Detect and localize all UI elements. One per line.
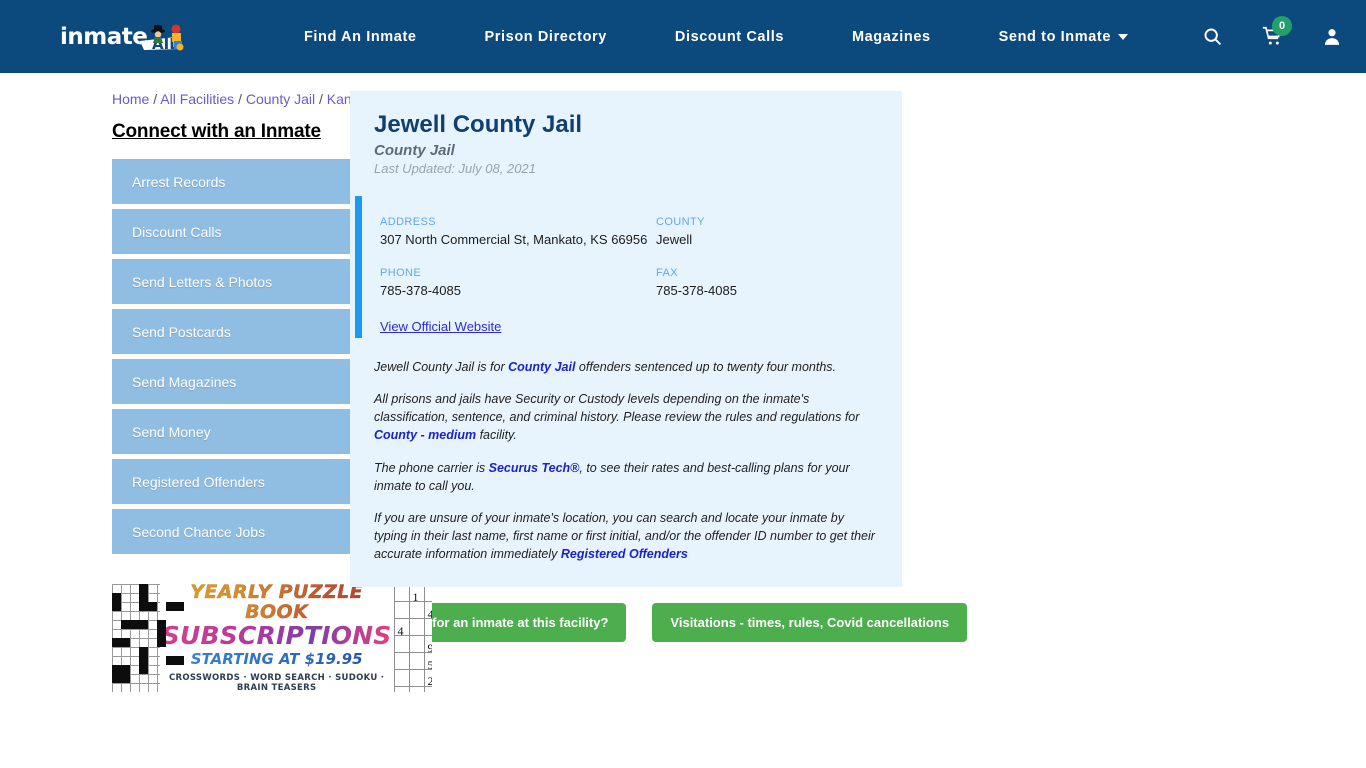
nav-discount-calls[interactable]: Discount Calls (675, 29, 784, 45)
address-value: 307 North Commercial St, Mankato, KS 669… (380, 232, 648, 247)
advertisement-text: YEARLY PUZZLE BOOK SUBSCRIPTIONS STARTIN… (160, 584, 394, 692)
nav-send-to-inmate[interactable]: Send to Inmate (999, 29, 1128, 45)
county-value: Jewell (656, 232, 693, 247)
facility-header: Jewell County Jail County Jail Last Upda… (350, 91, 902, 182)
header-icon-group: 0 (1202, 16, 1342, 47)
right-column: Jewell County Jail County Jail Last Upda… (340, 91, 968, 692)
logo-text: inmate (60, 23, 148, 50)
link-county-jail[interactable]: County Jail (508, 360, 575, 374)
puzzle-book-advertisement[interactable]: YEARLY PUZZLE BOOK SUBSCRIPTIONS STARTIN… (112, 584, 432, 692)
breadcrumb-item-all-facilities[interactable]: All Facilities (160, 91, 234, 107)
sudoku-digit: 5 (427, 658, 432, 672)
sudoku-digit: 9 (427, 641, 432, 655)
chevron-down-icon (1118, 33, 1128, 40)
sudoku-digit: 4 (427, 607, 432, 621)
link-registered-offenders[interactable]: Registered Offenders (561, 547, 688, 561)
visitations-button[interactable]: Visitations - times, rules, Covid cancel… (652, 603, 968, 643)
desc-text: Jewell County Jail is for (374, 360, 509, 375)
county-label: COUNTY (656, 216, 705, 228)
facility-contact-info: ADDRESS 307 North Commercial St, Mankato… (350, 196, 902, 358)
description-paragraph-2: All prisons and jails have Security or C… (374, 390, 878, 444)
fax-field: FAX 785-378-4085 (656, 267, 878, 300)
breadcrumb-separator: / (149, 91, 161, 107)
nav-find-an-inmate[interactable]: Find An Inmate (304, 29, 417, 45)
sudoku-digit: 2 (427, 674, 432, 688)
facility-description: Jewell County Jail is for County Jail of… (350, 358, 902, 587)
nav-prison-directory[interactable]: Prison Directory (485, 29, 607, 45)
link-securus-tech[interactable]: Securus Tech® (489, 461, 580, 475)
sudoku-digit: 4 (397, 624, 404, 638)
nav-label: Prison Directory (484, 28, 607, 45)
ad-subheadline: SUBSCRIPTIONS (161, 620, 392, 650)
link-county-medium[interactable]: County - medium (374, 428, 476, 442)
user-account-icon[interactable] (1322, 26, 1342, 47)
sudoku-grid-graphic: 1 4 4 9 5 2 (393, 584, 432, 692)
official-website-link[interactable]: View Official Website (380, 319, 501, 334)
desc-text: offenders sentenced up to twenty four mo… (575, 360, 837, 375)
description-paragraph-1: Jewell County Jail is for County Jail of… (374, 358, 878, 376)
breadcrumb-item-home[interactable]: Home (112, 91, 149, 107)
address-label: ADDRESS (380, 216, 436, 228)
left-column: Home / All Facilities / County Jail / Ka… (0, 91, 437, 692)
nav-label: Send to Inmate (998, 28, 1111, 45)
accent-bar (355, 196, 362, 338)
site-header: inmate AID Find An Inmate Prison Directo… (0, 0, 1366, 73)
crossword-grid-graphic (112, 584, 184, 692)
nav-magazines[interactable]: Magazines (852, 29, 931, 45)
ad-features: CROSSWORDS · WORD SEARCH · SUDOKU · BRAI… (168, 673, 385, 692)
ad-headline: YEARLY PUZZLE BOOK (162, 584, 392, 623)
facility-last-updated: Last Updated: July 08, 2021 (374, 161, 536, 176)
breadcrumb: Home / All Facilities / County Jail / Ka… (112, 91, 373, 107)
cart-count-badge: 0 (1272, 16, 1292, 36)
desc-text: facility. (476, 428, 517, 443)
fax-label: FAX (656, 266, 678, 279)
description-paragraph-3: The phone carrier is Securus Tech®, to s… (374, 459, 878, 495)
sudoku-digit: 1 (412, 590, 419, 604)
facility-name: Jewell County Jail (374, 111, 583, 138)
main-navigation: Find An Inmate Prison Directory Discount… (210, 29, 1182, 45)
shopping-cart-icon[interactable]: 0 (1261, 16, 1292, 47)
fax-value: 785-378-4085 (656, 282, 737, 298)
phone-label: PHONE (380, 266, 422, 279)
desc-text: All prisons and jails have Security or C… (374, 392, 860, 425)
county-field: COUNTY Jewell (656, 216, 878, 249)
desc-text: The phone carrier is (374, 460, 489, 475)
nav-label: Discount Calls (674, 28, 785, 45)
phone-field: PHONE 785-378-4085 (380, 267, 656, 300)
page-content: Home / All Facilities / County Jail / Ka… (0, 73, 1366, 692)
breadcrumb-item-county-jail[interactable]: County Jail (246, 91, 315, 107)
breadcrumb-separator: / (234, 91, 246, 107)
facility-detail-card: Jewell County Jail County Jail Last Upda… (350, 91, 902, 588)
nav-label: Find An Inmate (303, 28, 417, 45)
page-title: Connect with an Inmate (112, 121, 321, 142)
nav-label: Magazines (851, 28, 931, 45)
address-field: ADDRESS 307 North Commercial St, Mankato… (380, 216, 656, 249)
action-button-row: Looking for an inmate at this facility? … (350, 587, 968, 643)
breadcrumb-separator: / (315, 91, 327, 107)
phone-value: 785-378-4085 (380, 282, 461, 298)
site-logo[interactable]: inmate AID (60, 14, 190, 60)
search-icon[interactable] (1202, 26, 1223, 47)
description-paragraph-4: If you are unsure of your inmate's locat… (374, 509, 878, 563)
facility-type: County Jail (374, 142, 455, 159)
ad-price: STARTING AT $19.95 (190, 650, 363, 669)
